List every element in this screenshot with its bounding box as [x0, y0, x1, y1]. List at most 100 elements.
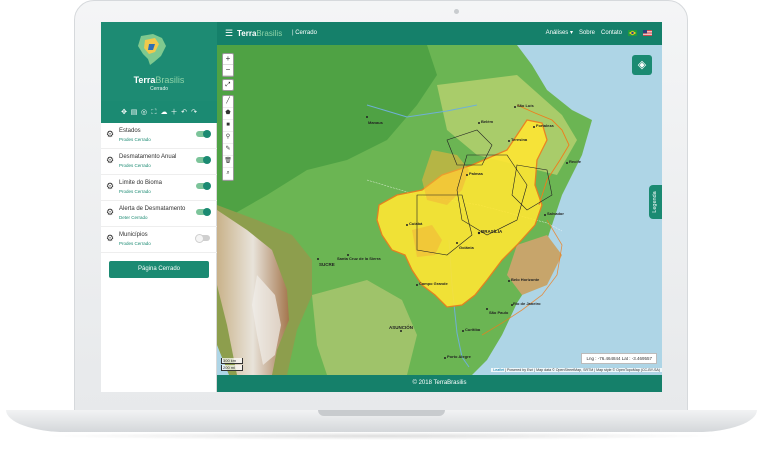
draw-polygon-icon[interactable]: ⬟ — [223, 108, 233, 120]
logo-title-part2: Brasilis — [155, 75, 185, 85]
place-label: Teresina — [511, 137, 528, 142]
zoom-in-button[interactable]: + — [223, 54, 233, 65]
place-label: Cuiabá — [409, 221, 423, 226]
legend-tab-label: Legenda — [652, 191, 658, 213]
layer-name: Limite do Bioma — [119, 180, 163, 186]
place-label: Santa Cruz de la Sierra — [337, 256, 381, 261]
nav-contact[interactable]: Contato — [601, 30, 622, 36]
place-label: Fortaleza — [536, 123, 554, 128]
edit-icon[interactable]: ✎ — [223, 144, 233, 156]
logo[interactable]: TerraBrasilis Cerrado — [101, 22, 217, 101]
gear-icon[interactable]: ⚙ — [106, 129, 114, 140]
laptop-notch — [318, 410, 445, 416]
brand-part1: Terra — [237, 29, 257, 38]
target-icon[interactable]: ◎ — [141, 109, 148, 116]
place-label: Belém — [481, 119, 494, 124]
layer-toggle[interactable] — [196, 181, 211, 190]
place-label: Manaus — [368, 120, 383, 125]
place-label: Belo Horizonte — [511, 277, 540, 282]
layer-name: Desmatamento Anual — [119, 154, 177, 160]
layer-item-estados: ⚙ Estados Prodes Cerrado — [101, 123, 217, 149]
draw-line-icon[interactable]: ╱ — [223, 96, 233, 108]
layer-item-alerta-de-desmatamento: ⚙ Alerta de Desmatamento Deter Cerrado — [101, 201, 217, 227]
laptop-shadow — [40, 432, 723, 440]
draw-rectangle-icon[interactable]: ■ — [223, 120, 233, 132]
map-toolbar: ✥ ▤ ◎ ⛶ ☁ ＋ ↶ ↷ — [101, 101, 217, 123]
layer-name: Municípios — [119, 232, 148, 238]
layer-source: Deter Cerrado — [119, 215, 148, 220]
map-view[interactable]: Manaus Fortaleza BRASÍLIA SUCRE Santa Cr… — [217, 45, 662, 375]
info-icon[interactable]: ▤ — [131, 109, 138, 116]
add-icon[interactable]: ＋ — [171, 109, 178, 116]
gear-icon[interactable]: ⚙ — [106, 155, 114, 166]
logo-subtitle: Cerrado — [149, 86, 169, 92]
layer-source: Prodes Cerrado — [119, 137, 151, 142]
gear-icon[interactable]: ⚙ — [106, 207, 114, 218]
scale-mi: 200 mi — [221, 365, 243, 371]
layer-source: Prodes Cerrado — [119, 189, 151, 194]
fullscreen-icon[interactable]: ⤢ — [222, 79, 234, 91]
place-label: SUCRE — [319, 262, 335, 267]
top-nav: Análises ▾ Sobre Contato — [546, 29, 652, 36]
layer-item-limite-do-bioma: ⚙ Limite do Bioma Prodes Cerrado — [101, 175, 217, 201]
place-label: Curitiba — [465, 327, 481, 332]
nav-about[interactable]: Sobre — [579, 30, 595, 36]
map-attribution: Leaflet | Powered by Esri | Map data © O… — [491, 368, 662, 372]
footer: © 2018 TerraBrasilis — [217, 375, 662, 392]
layer-toggle[interactable] — [196, 129, 211, 138]
search-icon[interactable]: ⌕ — [223, 168, 233, 180]
redo-icon[interactable]: ↷ — [191, 109, 198, 116]
top-bar: ☰ TerraBrasilis | Cerrado Análises ▾ Sob… — [217, 22, 662, 45]
layer-toggle[interactable] — [196, 207, 211, 216]
map-scale: 300 km 200 mi — [221, 358, 243, 372]
camera-dot — [454, 9, 459, 14]
zoom-out-button[interactable]: − — [223, 65, 233, 76]
brand-title[interactable]: TerraBrasilis — [237, 29, 282, 38]
place-label: São Paulo — [489, 310, 509, 315]
layer-name: Estados — [119, 128, 141, 134]
leaflet-link[interactable]: Leaflet — [493, 368, 504, 372]
expand-icon[interactable]: ⛶ — [151, 109, 158, 116]
layer-item-municipios: ⚙ Municípios Prodes Cerrado — [101, 227, 217, 253]
breadcrumb: | Cerrado — [292, 30, 317, 36]
brazil-logo-icon — [138, 34, 166, 65]
layers-icon[interactable]: ◈ — [632, 55, 652, 75]
nav-analyses[interactable]: Análises ▾ — [546, 29, 573, 36]
terrain-map — [217, 45, 662, 375]
draw-toolbar: ╱ ⬟ ■ ⚲ ✎ 🗑 ⌕ — [222, 95, 234, 181]
usa-flag-icon[interactable] — [643, 29, 652, 36]
place-label: ASUNCIÓN — [389, 325, 414, 330]
gear-icon[interactable]: ⚙ — [106, 181, 114, 192]
attribution-text: | Powered by Esri | Map data © OpenStree… — [504, 368, 660, 372]
trash-icon[interactable]: 🗑 — [223, 156, 233, 168]
upload-icon[interactable]: ☁ — [161, 109, 168, 116]
logo-title: TerraBrasilis — [101, 75, 217, 85]
place-label: Porto Alegre — [447, 354, 471, 359]
brazil-flag-icon[interactable] — [628, 29, 637, 36]
layer-list: ⚙ Estados Prodes Cerrado ⚙ Desmatamento … — [101, 123, 217, 253]
gear-icon[interactable]: ⚙ — [106, 233, 114, 244]
brand-part2: Brasilis — [256, 29, 283, 38]
layer-toggle[interactable] — [195, 233, 210, 243]
logo-title-part1: Terra — [133, 75, 156, 85]
place-label: BRASÍLIA — [481, 229, 503, 234]
legend-tab[interactable]: Legenda — [649, 185, 662, 219]
page-cerrado-button[interactable]: Página Cerrado — [109, 261, 209, 278]
sidebar: TerraBrasilis Cerrado ✥ ▤ ◎ ⛶ ☁ ＋ ↶ ↷ ⚙ … — [101, 22, 217, 392]
place-label: Palmas — [469, 171, 484, 176]
undo-icon[interactable]: ↶ — [181, 109, 188, 116]
layer-item-desmatamento-anual: ⚙ Desmatamento Anual Prodes Cerrado — [101, 149, 217, 175]
hamburger-icon[interactable]: ☰ — [225, 28, 233, 39]
place-label: Salvador — [547, 211, 564, 216]
scale-km: 300 km — [221, 358, 243, 364]
place-label: São Luís — [517, 103, 534, 108]
place-label: Campo Grande — [419, 281, 448, 286]
screen: TerraBrasilis Cerrado ✥ ▤ ◎ ⛶ ☁ ＋ ↶ ↷ ⚙ … — [101, 22, 662, 392]
layer-source: Prodes Cerrado — [119, 163, 151, 168]
place-label: Goiânia — [459, 245, 474, 250]
draw-marker-icon[interactable]: ⚲ — [223, 132, 233, 144]
layer-toggle[interactable] — [196, 155, 211, 164]
layer-name: Alerta de Desmatamento — [119, 206, 186, 212]
coordinate-readout: Lng : -76.464844 Lat : -3.469557 — [581, 353, 657, 364]
pan-icon[interactable]: ✥ — [121, 109, 128, 116]
